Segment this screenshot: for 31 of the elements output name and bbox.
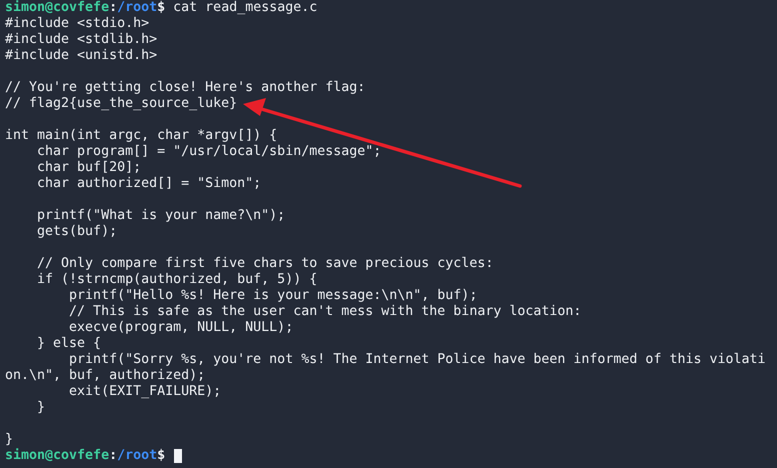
code-line: execve(program, NULL, NULL); — [68, 320, 294, 336]
code-line: } else { — [36, 336, 102, 352]
code-line: // flag2{use_the_source_luke} — [5, 96, 238, 112]
code-line: #include <unistd.h> — [5, 48, 158, 64]
code-line: int main(int argc, char *argv[]) { — [5, 128, 278, 144]
prompt-symbol: $ — [157, 0, 166, 16]
code-line: // You're getting close! Here's another flag: — [5, 80, 366, 96]
prompt-symbol: $ — [157, 448, 166, 464]
code-line: char program[] = "/usr/local/sbin/message"; — [36, 144, 382, 160]
code-line: // Only compare first five chars to save precious cycles: — [36, 256, 494, 272]
code-line: #include <stdio.h> — [5, 16, 150, 32]
code-line: printf("What is your name?\n"); — [36, 208, 286, 224]
code-line: #include <stdlib.h> — [5, 32, 158, 48]
code-line: // This is safe as the user can't mess with the binary location: — [68, 304, 582, 320]
code-line: char buf[20]; — [36, 160, 142, 176]
command-text: cat read_message.c — [172, 0, 318, 16]
code-line: if (!strncmp(authorized, buf, 5)) { — [36, 272, 318, 288]
code-line: printf("Sorry %s, you're not %s! The Internet Police have been informed of this violati — [68, 352, 766, 368]
prompt-path: /root — [117, 0, 158, 16]
code-line: } — [5, 432, 14, 448]
prompt-user-host: simon@covfefe — [5, 448, 110, 464]
prompt-colon: : — [109, 448, 118, 464]
code-line: char authorized[] = "Simon"; — [36, 176, 262, 192]
prompt-path: /root — [117, 448, 158, 464]
code-line: gets(buf); — [36, 224, 118, 240]
code-line: exit(EXIT_FAILURE); — [68, 384, 222, 400]
code-line: } — [36, 400, 46, 416]
code-line: printf("Hello %s! Here is your message:\n\n", buf); — [68, 288, 478, 304]
prompt-colon: : — [109, 0, 118, 16]
code-line: on.\n", buf, authorized); — [5, 368, 206, 384]
prompt-user-host: simon@covfefe — [5, 0, 110, 16]
